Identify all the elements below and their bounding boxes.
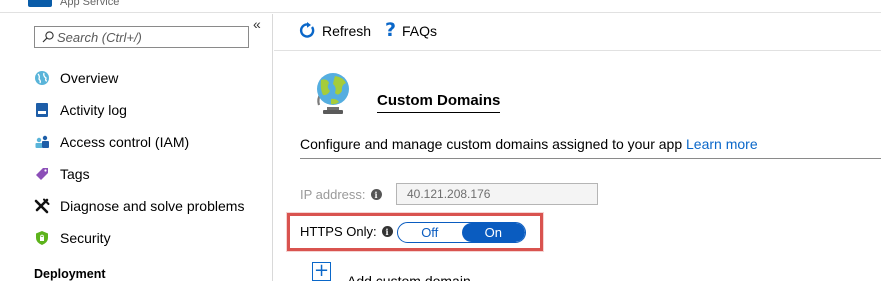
section-header-deployment: Deployment: [34, 267, 106, 281]
sidebar-item-diagnose[interactable]: Diagnose and solve problems: [0, 190, 272, 222]
info-icon[interactable]: i: [370, 189, 382, 200]
sidebar-item-overview[interactable]: Overview: [0, 62, 272, 94]
page-description: Configure and manage custom domains assi…: [300, 136, 758, 152]
sidebar-item-label: Diagnose and solve problems: [60, 198, 245, 214]
app-service-icon: [28, 0, 52, 7]
app-subtitle: App Service: [60, 0, 120, 8]
sidebar-item-label: Security: [60, 230, 111, 246]
collapse-sidebar-button[interactable]: «: [253, 17, 261, 31]
sidebar: « Overview Activity log: [0, 14, 273, 281]
activity-log-icon: [34, 102, 50, 118]
search-box[interactable]: [34, 26, 249, 48]
add-custom-domain-label: Add custom domain: [347, 272, 471, 281]
sidebar-item-label: Tags: [60, 166, 90, 182]
blade-header: App Service: [0, 0, 881, 13]
shield-icon: [34, 230, 50, 246]
globe-icon: [317, 73, 349, 114]
tag-icon: [34, 166, 50, 182]
nav-list: Overview Activity log Access control (IA…: [0, 62, 272, 254]
https-only-label: HTTPS Only: i: [300, 224, 393, 239]
description-text: Configure and manage custom domains assi…: [300, 136, 687, 152]
divider: [300, 158, 881, 159]
sidebar-item-tags[interactable]: Tags: [0, 158, 272, 190]
refresh-icon: [299, 22, 316, 39]
faqs-button[interactable]: ? FAQs: [385, 19, 438, 41]
wrench-icon: [34, 198, 50, 214]
sidebar-item-label: Activity log: [60, 102, 127, 118]
search-icon: [42, 31, 54, 43]
toolbar: Refresh ? FAQs: [274, 14, 881, 51]
ip-address-label-text: IP address:: [300, 187, 366, 202]
https-only-label-text: HTTPS Only:: [300, 224, 377, 239]
page-title: Custom Domains: [377, 92, 501, 113]
sidebar-item-label: Overview: [60, 70, 119, 86]
add-custom-domain-button[interactable]: + Add custom domain: [312, 262, 471, 281]
https-only-toggle[interactable]: Off On: [397, 222, 526, 243]
learn-more-link[interactable]: Learn more: [686, 136, 758, 152]
ip-address-label: IP address: i: [300, 187, 382, 202]
search-input[interactable]: [57, 27, 247, 47]
refresh-button[interactable]: Refresh: [299, 22, 371, 39]
sidebar-item-activity-log[interactable]: Activity log: [0, 94, 272, 126]
ip-address-field[interactable]: 40.121.208.176: [396, 183, 598, 205]
iam-users-icon: [34, 134, 50, 150]
question-mark-icon: ?: [385, 19, 397, 41]
info-icon[interactable]: i: [381, 226, 393, 237]
toggle-on-option[interactable]: On: [461, 223, 525, 242]
sidebar-item-label: Access control (IAM): [60, 134, 190, 150]
plus-icon: +: [312, 260, 331, 281]
faqs-label: FAQs: [402, 22, 438, 39]
toggle-off-option[interactable]: Off: [398, 223, 462, 242]
refresh-label: Refresh: [322, 22, 372, 39]
globe-icon: [34, 70, 50, 86]
sidebar-item-access-control[interactable]: Access control (IAM): [0, 126, 272, 158]
sidebar-item-security[interactable]: Security: [0, 222, 272, 254]
